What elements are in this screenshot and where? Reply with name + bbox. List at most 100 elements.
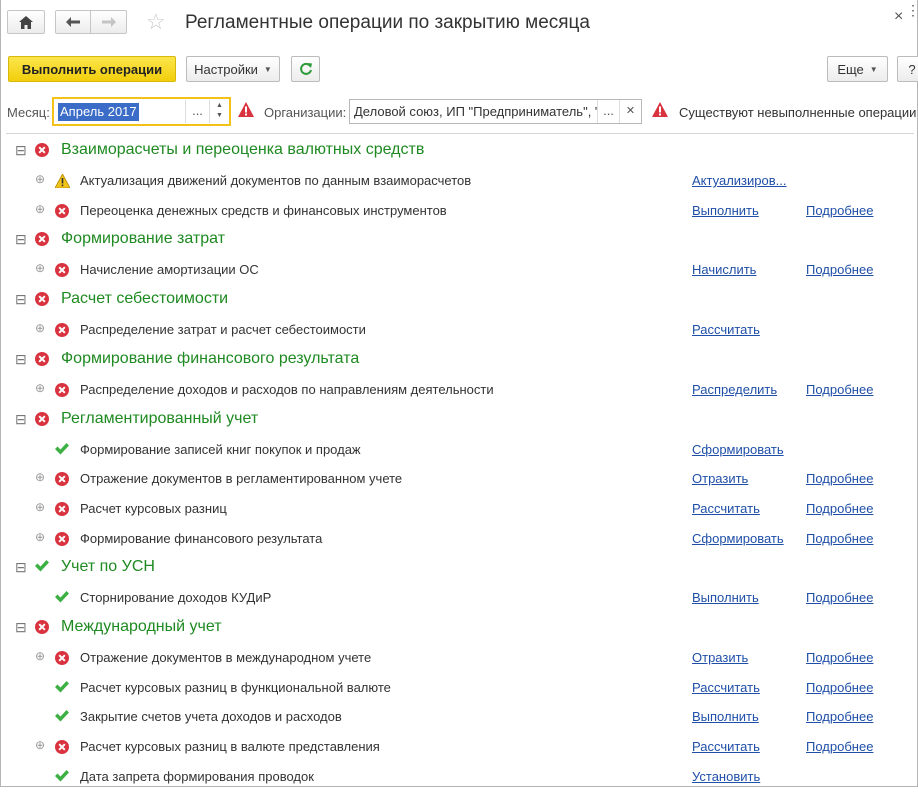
month-label: Месяц: [7, 105, 50, 120]
group-row[interactable]: ⊟ Формирование финансового результата [6, 349, 914, 379]
details-link[interactable]: Подробнее [806, 709, 873, 724]
organizations-field[interactable]: Деловой союз, ИП "Предприниматель", " ..… [349, 99, 642, 124]
action-link[interactable]: Начислить [692, 262, 756, 277]
favorite-star-icon[interactable]: ☆ [146, 10, 166, 34]
group-label: Формирование финансового результата [61, 349, 360, 367]
collapse-icon[interactable]: ⊟ [15, 231, 27, 248]
expand-icon[interactable]: ⊕ [35, 500, 45, 514]
group-label: Международный учет [61, 618, 222, 635]
forward-button[interactable] [90, 10, 127, 34]
operation-row[interactable]: ⊕ Начисление амортизации ОС Начислить Подро… [6, 259, 914, 289]
error-icon [35, 232, 49, 247]
group-row[interactable]: ⊟ Формирование затрат [6, 229, 914, 259]
operation-row[interactable]: Дата запрета формирования проводок Устано… [6, 766, 914, 795]
group-label: Регламентированный учет [61, 409, 259, 427]
collapse-icon[interactable]: ⊟ [15, 351, 27, 368]
expand-icon[interactable]: ⊕ [35, 172, 45, 186]
details-link[interactable]: Подробнее [806, 262, 873, 277]
action-link[interactable]: Выполнить [692, 709, 759, 724]
group-row[interactable]: ⊟ Международный учет [6, 617, 914, 647]
arrow-right-icon [101, 17, 116, 27]
action-link[interactable]: Отразить [692, 650, 748, 665]
month-value[interactable]: Апрель 2017 [58, 103, 139, 121]
expand-icon[interactable]: ⊕ [35, 202, 45, 216]
warning-icon [238, 102, 254, 117]
settings-button[interactable]: Настройки ▼ [186, 56, 280, 82]
execute-operations-button[interactable]: Выполнить операции [8, 56, 176, 82]
collapse-icon[interactable]: ⊟ [15, 411, 27, 428]
operation-row[interactable]: ⊕ Распределение затрат и расчет себестоим… [6, 319, 914, 349]
expand-icon[interactable]: ⊕ [35, 381, 45, 395]
collapse-icon[interactable]: ⊟ [15, 291, 27, 308]
organizations-value[interactable]: Деловой союз, ИП "Предприниматель", " [354, 104, 598, 119]
expand-icon[interactable]: ⊕ [35, 530, 45, 544]
operation-row[interactable]: ⊕ Распределение доходов и расходов по нап… [6, 379, 914, 409]
error-icon [55, 651, 69, 665]
details-link[interactable]: Подробнее [806, 203, 873, 218]
organizations-select-button[interactable]: ... [597, 100, 619, 123]
action-link[interactable]: Сформировать [692, 531, 784, 546]
group-row[interactable]: ⊟ Взаиморасчеты и переоценка валютных сре… [6, 140, 914, 170]
action-link[interactable]: Рассчитать [692, 322, 760, 337]
action-link[interactable]: Рассчитать [692, 739, 760, 754]
details-link[interactable]: Подробнее [806, 739, 873, 754]
details-link[interactable]: Подробнее [806, 590, 873, 605]
group-label: Взаиморасчеты и переоценка валютных сред… [61, 141, 425, 158]
operation-row[interactable]: ⊕ Расчет курсовых разниц в валюте предста… [6, 736, 914, 766]
operation-row[interactable]: ⊕ Формирование финансового результата Сфор… [6, 528, 914, 558]
operation-row[interactable]: Расчет курсовых разниц в функциональной … [6, 677, 914, 707]
details-link[interactable]: Подробнее [806, 680, 873, 695]
group-row[interactable]: ⊟ Расчет себестоимости [6, 289, 914, 319]
collapse-icon[interactable]: ⊟ [15, 142, 27, 159]
expand-icon[interactable]: ⊕ [35, 649, 45, 663]
operation-row[interactable]: ⊕ Переоценка денежных средств и финансовы… [6, 200, 914, 230]
action-link[interactable]: Выполнить [692, 203, 759, 218]
command-bar: Выполнить операции Настройки ▼ Еще ▼ ? [0, 54, 918, 84]
details-link[interactable]: Подробнее [806, 650, 873, 665]
operation-row[interactable]: Закрытие счетов учета доходов и расходов… [6, 706, 914, 736]
operation-row[interactable]: Сторнирование доходов КУДиР Выполнить Подр… [6, 587, 914, 617]
back-button[interactable] [55, 10, 91, 34]
expand-icon[interactable]: ⊕ [35, 738, 45, 752]
operation-row[interactable]: Формирование записей книг покупок и прод… [6, 439, 914, 469]
warning-icon [652, 102, 668, 117]
month-spinner[interactable]: ▲ ▼ [209, 100, 229, 123]
action-link[interactable]: Отразить [692, 471, 748, 486]
action-link[interactable]: Сформировать [692, 442, 784, 457]
action-link[interactable]: Рассчитать [692, 501, 760, 516]
expand-icon[interactable]: ⊕ [35, 470, 45, 484]
group-row[interactable]: ⊟ Учет по УСН [6, 557, 914, 587]
month-field[interactable]: Апрель 2017 ... ▲ ▼ [52, 97, 231, 126]
help-button[interactable]: ? [897, 56, 918, 82]
details-link[interactable]: Подробнее [806, 382, 873, 397]
expand-icon[interactable]: ⊕ [35, 321, 45, 335]
action-link[interactable]: Распределить [692, 382, 777, 397]
action-link[interactable]: Актуализиров... [692, 173, 786, 188]
action-link[interactable]: Установить [692, 769, 760, 784]
operation-row[interactable]: ⊕ Актуализация движений документов по дан… [6, 170, 914, 200]
operation-row[interactable]: ⊕ Расчет курсовых разниц Рассчитать Подробн… [6, 498, 914, 528]
home-button[interactable] [7, 10, 45, 34]
close-icon[interactable]: × [894, 8, 903, 26]
window-menu-icon[interactable]: ⋮ [906, 2, 918, 19]
error-icon [55, 531, 69, 546]
action-link[interactable]: Рассчитать [692, 680, 760, 695]
details-link[interactable]: Подробнее [806, 501, 873, 516]
collapse-icon[interactable]: ⊟ [15, 559, 27, 576]
refresh-button[interactable] [291, 56, 320, 82]
operation-row[interactable]: ⊕ Отражение документов в международном уч… [6, 647, 914, 677]
operation-row[interactable]: ⊕ Отражение документов в регламентированн… [6, 468, 914, 498]
more-button[interactable]: Еще ▼ [827, 56, 888, 82]
month-select-button[interactable]: ... [185, 100, 209, 123]
status-notice: Существуют невыполненные операции [679, 105, 917, 120]
clear-icon[interactable]: ✕ [619, 100, 641, 123]
home-icon [19, 15, 33, 29]
error-icon [55, 382, 69, 397]
group-label: Расчет себестоимости [61, 290, 229, 308]
action-link[interactable]: Выполнить [692, 590, 759, 605]
group-row[interactable]: ⊟ Регламентированный учет [6, 409, 914, 439]
collapse-icon[interactable]: ⊟ [15, 619, 27, 636]
details-link[interactable]: Подробнее [806, 471, 873, 486]
details-link[interactable]: Подробнее [806, 531, 873, 546]
expand-icon[interactable]: ⊕ [35, 261, 45, 275]
